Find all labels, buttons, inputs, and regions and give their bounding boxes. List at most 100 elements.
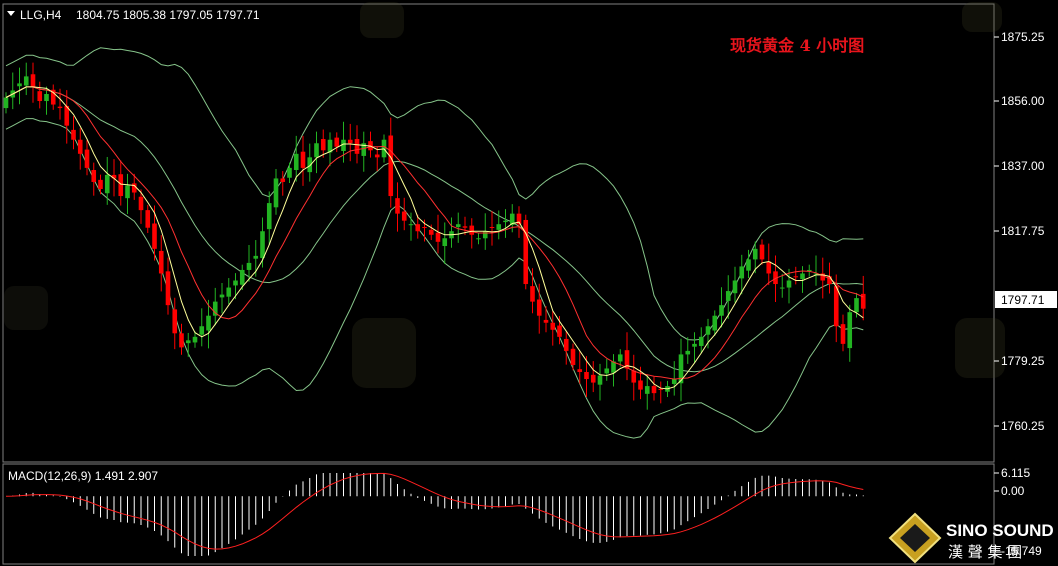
symbol-timeframe: LLG,H4 (20, 8, 62, 22)
candle-body (395, 198, 400, 214)
candle-body (779, 287, 785, 289)
candle-body (118, 174, 124, 197)
logo-brand-cn: 漢 聲 集 團 (948, 543, 1022, 561)
candle-body (145, 210, 151, 228)
candle-body (185, 340, 191, 344)
candle-body (239, 269, 245, 285)
candle-body (503, 220, 508, 223)
candle-body (287, 167, 292, 178)
candle-body (374, 154, 380, 158)
tick-label-1856: 1856.00 (1001, 94, 1045, 108)
candle-body (847, 312, 853, 349)
candle-body (766, 261, 772, 274)
current-price-label: 1797.71 (1001, 293, 1045, 307)
candle-body (719, 305, 724, 316)
candle-body (685, 350, 691, 355)
candle-body (428, 229, 434, 235)
candle-body (644, 386, 650, 394)
candle-body (320, 139, 326, 151)
candle-body (422, 227, 427, 229)
candle-body (698, 336, 704, 346)
candle-body (631, 370, 637, 383)
candle-body (705, 326, 711, 335)
candle-body (293, 153, 299, 171)
candle-body (577, 369, 583, 373)
candle-body (273, 178, 279, 208)
candle-body (523, 219, 529, 285)
candle-body (300, 151, 306, 168)
tick-label-1875: 1875.25 (1001, 30, 1045, 44)
price-chart[interactable]: LLG,H4 1804.75 1805.38 1797.05 1797.71 现… (0, 0, 1058, 566)
candle-body (746, 259, 751, 271)
ohlc-values: 1804.75 1805.38 1797.05 1797.71 (76, 8, 260, 22)
candle-body (536, 299, 542, 316)
candle-body (793, 276, 799, 278)
candle-body (104, 174, 110, 194)
candle-body (543, 319, 549, 323)
candle-body (388, 135, 394, 197)
candle-body (408, 224, 414, 226)
candle-body (206, 315, 211, 331)
candle-body (617, 354, 623, 362)
candle-body (314, 143, 319, 158)
candle-body (172, 309, 178, 334)
candle-body (854, 298, 859, 313)
candle-body (752, 248, 758, 260)
candle-body (496, 224, 502, 230)
candle-body (671, 379, 677, 384)
candle-body (604, 368, 610, 374)
candle-body (482, 231, 488, 239)
tick-label-1817: 1817.75 (1001, 224, 1045, 238)
candle-body (37, 91, 43, 102)
candle-body (489, 227, 495, 229)
candle-body (563, 338, 569, 351)
tick-label-1837: 1837.00 (1001, 159, 1045, 173)
candle-body (354, 139, 360, 154)
candle-body (77, 139, 83, 154)
macd-tick-max-label: 6.115 (1001, 466, 1030, 480)
candle-body (584, 372, 589, 380)
candle-body (199, 326, 205, 335)
candle-body (253, 255, 259, 259)
candle-body (442, 238, 448, 247)
candle-body (57, 106, 63, 109)
chart-header: LLG,H4 1804.75 1805.38 1797.05 1797.71 (7, 8, 260, 22)
candle-body (759, 244, 765, 260)
candle-body (84, 149, 90, 168)
candle-body (334, 137, 340, 147)
candle-body (786, 280, 792, 288)
candle-body (692, 343, 697, 347)
chart-title: 现货黄金 4 小时图 (730, 36, 864, 55)
candle-body (138, 196, 144, 211)
candle-body (260, 231, 265, 258)
candle-body (98, 179, 103, 190)
candle-body (550, 322, 556, 330)
candle-body (401, 211, 407, 221)
logo-brand: SINO SOUND (946, 521, 1054, 540)
candle-body (800, 273, 805, 280)
candle-body (530, 286, 535, 302)
candle-body (131, 183, 137, 193)
tick-label-1760: 1760.25 (1001, 419, 1045, 433)
candle-body (469, 225, 475, 235)
candle-body (712, 315, 718, 331)
candle-body (415, 224, 421, 232)
candle-body (219, 294, 225, 298)
candle-body (226, 287, 232, 297)
candle-body (158, 250, 164, 274)
candle-body (192, 336, 198, 343)
current-price-marker: 1797.71 (995, 291, 1057, 308)
candle-body (590, 374, 596, 383)
candle-body (280, 178, 286, 182)
candle-body (739, 266, 745, 279)
candle-body (570, 348, 576, 365)
candle-body (833, 286, 839, 327)
candle-body (725, 291, 731, 301)
candle-body (179, 333, 184, 348)
candle-body (266, 203, 272, 230)
candle-body (23, 76, 29, 86)
candle-body (30, 74, 36, 87)
candle-body (17, 83, 22, 87)
candle-body (462, 226, 468, 228)
candle-body (732, 280, 738, 294)
